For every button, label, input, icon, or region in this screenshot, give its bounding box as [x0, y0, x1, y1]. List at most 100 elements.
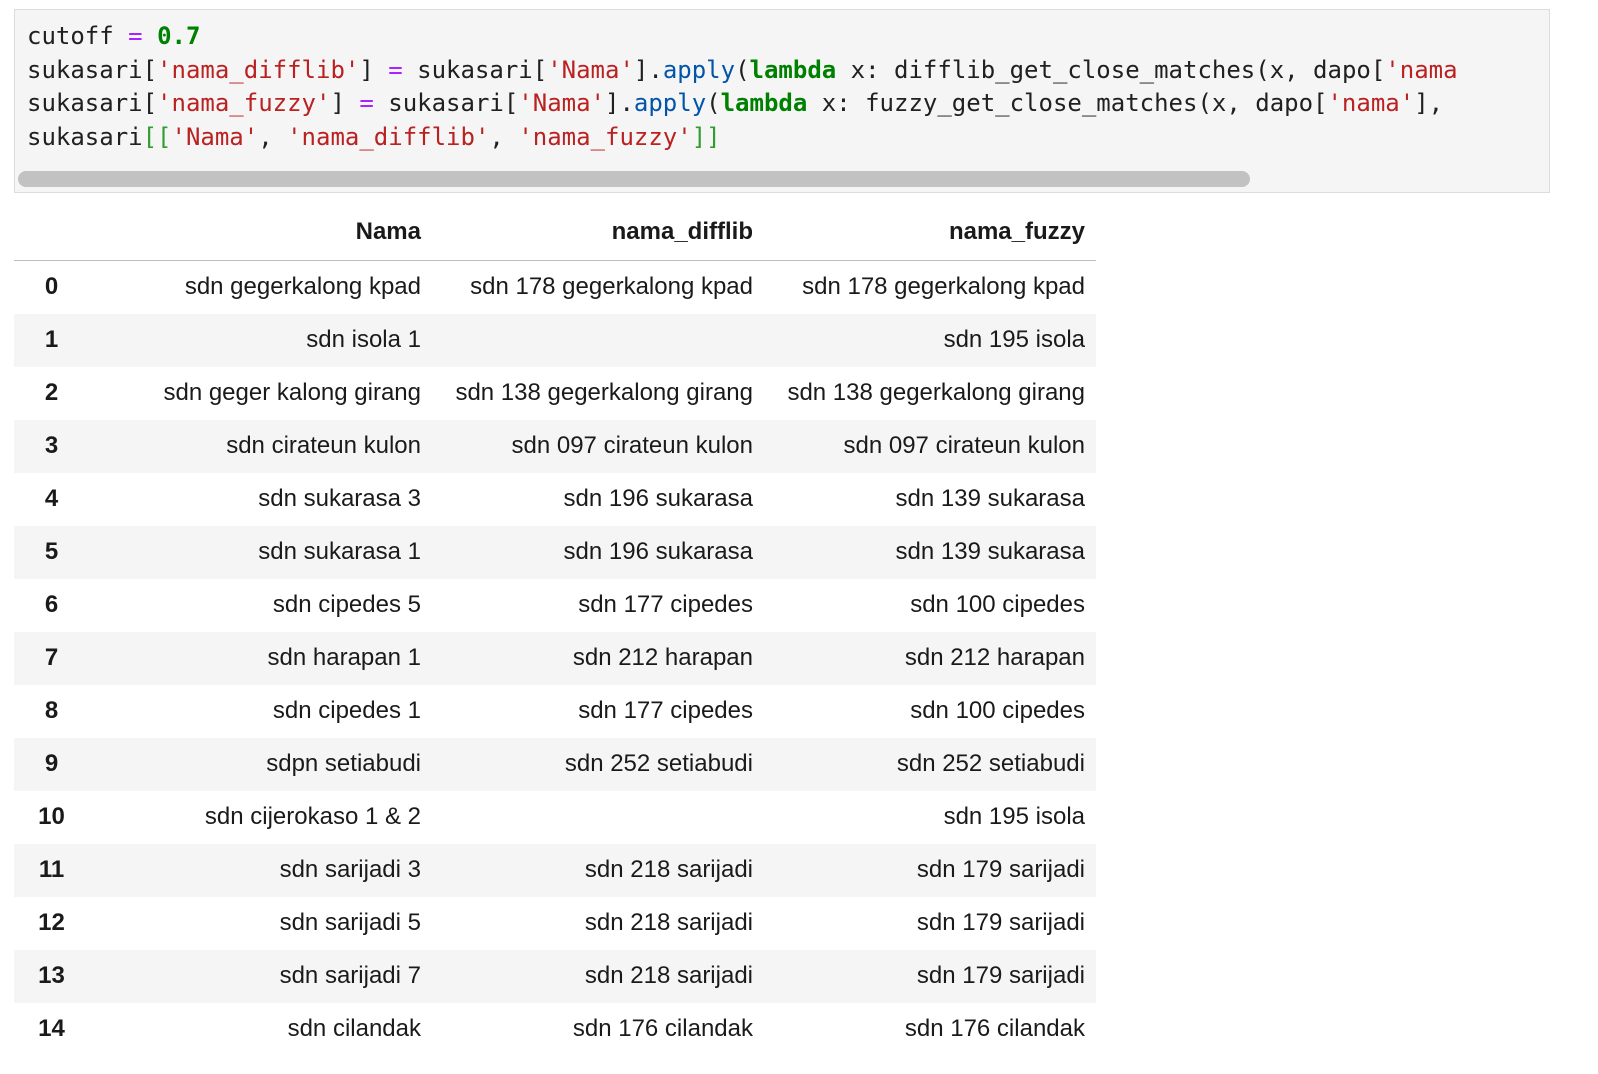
- code-token: ]]: [691, 122, 721, 151]
- code-token: apply: [662, 55, 736, 84]
- row-index: 3: [44, 432, 59, 459]
- row-index: 4: [44, 485, 59, 512]
- code-token: sukasari[: [27, 55, 158, 84]
- cell-nama: sdn sarijadi 3: [279, 856, 421, 883]
- row-index: 13: [38, 962, 65, 989]
- cell-nama-fuzzy: sdn 195 isola: [943, 803, 1085, 830]
- cell-nama-fuzzy: sdn 252 setiabudi: [896, 750, 1085, 777]
- cell-nama: sdn geger kalong girang: [163, 379, 421, 406]
- cell-nama: sdn harapan 1: [267, 644, 421, 671]
- cell-nama: sdn sukarasa 1: [258, 538, 421, 565]
- table-row: 11 sdn sarijadi 3 sdn 218 sarijadi sdn 179 …: [14, 843, 1096, 897]
- code-line: cutoff = 0.7: [27, 20, 1549, 54]
- column-header-nama: Nama: [89, 204, 432, 261]
- code-token: apply: [633, 89, 707, 117]
- horizontal-scrollbar[interactable]: [15, 168, 1549, 192]
- cell-nama-difflib: sdn 218 sarijadi: [584, 856, 753, 883]
- code-token: 'nama_difflib': [157, 55, 360, 84]
- code-token: ]: [330, 89, 360, 117]
- code-token: lambda: [749, 55, 837, 84]
- table-row: 1 sdn isola 1 sdn 195 isola: [14, 313, 1096, 367]
- scrollbar-thumb[interactable]: [18, 171, 1250, 187]
- cell-nama-fuzzy: sdn 179 sarijadi: [916, 909, 1085, 936]
- index-header: [14, 204, 89, 261]
- code-token: x: difflib_get_close_matches(x, dapo[: [836, 55, 1386, 84]
- cell-nama-difflib: [432, 314, 764, 367]
- code-token: 'Nama': [547, 55, 634, 84]
- cell-nama-difflib: sdn 196 sukarasa: [563, 485, 753, 512]
- row-index: 5: [44, 538, 59, 565]
- code-cell[interactable]: cutoff = 0.7 sukasari['nama_difflib'] = s…: [14, 9, 1550, 193]
- cell-nama-difflib: sdn 218 sarijadi: [584, 962, 753, 989]
- cell-nama-difflib: sdn 218 sarijadi: [584, 909, 753, 936]
- cell-nama-fuzzy: sdn 195 isola: [943, 326, 1085, 353]
- cell-nama: sdn gegerkalong kpad: [184, 273, 421, 301]
- cell-nama-fuzzy: sdn 179 sarijadi: [916, 962, 1085, 989]
- table-row: 14 sdn cilandak sdn 176 cilandak sdn 176 ci…: [14, 1003, 1096, 1056]
- cell-nama-difflib: [432, 791, 764, 844]
- code-token: (: [735, 55, 750, 84]
- code-token: 'nama_fuzzy': [157, 89, 331, 117]
- cell-nama: sdn sukarasa 3: [258, 485, 421, 512]
- code-token: sukasari[: [27, 89, 158, 117]
- row-index: 12: [38, 909, 65, 936]
- code-token: =: [359, 89, 374, 117]
- cell-nama: sdpn setiabudi: [266, 750, 421, 777]
- output-dataframe: Nama nama_difflib nama_fuzzy 0 sdn gegerk…: [14, 204, 1096, 1056]
- table-row: 13 sdn sarijadi 7 sdn 218 sarijadi sdn 179 …: [14, 949, 1096, 1003]
- cell-nama-difflib: sdn 212 harapan: [572, 644, 753, 671]
- code-token: sukasari[: [373, 89, 519, 117]
- row-index: 1: [44, 326, 59, 353]
- cell-nama: sdn cipedes 5: [272, 591, 421, 618]
- cell-nama-difflib: sdn 097 cirateun kulon: [511, 432, 754, 459]
- row-index: 9: [44, 750, 59, 777]
- cell-nama-difflib: sdn 176 cilandak: [572, 1015, 753, 1042]
- cell-nama-fuzzy: sdn 139 sukarasa: [895, 485, 1085, 512]
- column-header-nama-difflib: nama_difflib: [432, 204, 764, 261]
- code-token: (: [706, 89, 721, 117]
- code-token: [[: [142, 122, 172, 151]
- cell-nama: sdn sarijadi 5: [279, 909, 421, 936]
- row-index: 8: [44, 697, 59, 724]
- code-token: ,: [258, 122, 288, 151]
- code-line: sukasari[['Nama', 'nama_difflib', 'nama_…: [27, 121, 1549, 155]
- code-token: ,: [489, 122, 519, 151]
- cell-nama-difflib: sdn 138 gegerkalong girang: [455, 379, 753, 406]
- code-token: ].: [633, 55, 663, 84]
- code-editor[interactable]: cutoff = 0.7 sukasari['nama_difflib'] = s…: [27, 20, 1549, 170]
- code-token: ].: [605, 89, 634, 117]
- cell-nama-fuzzy: sdn 097 cirateun kulon: [843, 432, 1086, 459]
- code-token: 'nama': [1327, 89, 1415, 117]
- table-row: 7 sdn harapan 1 sdn 212 harapan sdn 212 har…: [14, 631, 1096, 685]
- cell-nama-fuzzy: sdn 100 cipedes: [910, 591, 1085, 618]
- table-row: 10 sdn cijerokaso 1 & 2 sdn 195 isola: [14, 791, 1096, 844]
- table-row: 2 sdn geger kalong girang sdn 138 gegerkal…: [14, 367, 1096, 420]
- table-row: 9 sdpn setiabudi sdn 252 setiabudi sdn 252 …: [14, 737, 1096, 791]
- table-header-row: Nama nama_difflib nama_fuzzy: [14, 204, 1096, 261]
- row-index: 2: [44, 379, 59, 406]
- row-index: 14: [38, 1015, 65, 1042]
- code-token: ]: [359, 55, 389, 84]
- table-row: 0 sdn gegerkalong kpad sdn 178 gegerkalong…: [14, 261, 1096, 314]
- cell-nama-fuzzy: sdn 176 cilandak: [904, 1015, 1085, 1042]
- cell-nama: sdn isola 1: [306, 326, 421, 353]
- table-row: 3 sdn cirateun kulon sdn 097 cirateun kulo…: [14, 419, 1096, 473]
- cell-nama: sdn sarijadi 7: [279, 962, 421, 989]
- row-index: 11: [38, 856, 65, 883]
- table-row: 8 sdn cipedes 1 sdn 177 cipedes sdn 100 cip…: [14, 685, 1096, 738]
- cell-nama-fuzzy: sdn 100 cipedes: [910, 697, 1085, 724]
- table-row: 4 sdn sukarasa 3 sdn 196 sukarasa sdn 139 s…: [14, 473, 1096, 526]
- code-token: ],: [1414, 89, 1458, 117]
- code-token: =: [388, 55, 403, 84]
- code-token: 'nama: [1385, 55, 1458, 84]
- code-line: sukasari['nama_fuzzy'] = sukasari['Nama'…: [27, 87, 1549, 121]
- code-line: sukasari['nama_difflib'] = sukasari['Nam…: [27, 54, 1549, 88]
- cell-nama: sdn cipedes 1: [272, 697, 421, 724]
- cell-nama-fuzzy: sdn 138 gegerkalong girang: [787, 379, 1085, 406]
- code-token: 'Nama': [518, 89, 605, 117]
- row-index: 0: [44, 273, 59, 301]
- code-token: 0.7: [157, 22, 201, 50]
- code-token: 'nama_difflib': [287, 122, 490, 151]
- table-row: 5 sdn sukarasa 1 sdn 196 sukarasa sdn 139 s…: [14, 525, 1096, 579]
